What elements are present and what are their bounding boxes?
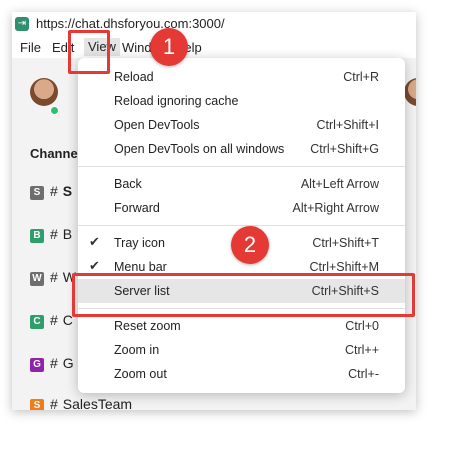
hash-icon: #: [50, 183, 58, 199]
callout-number-2: 2: [231, 226, 269, 264]
channel-item[interactable]: W # W: [30, 269, 76, 286]
menu-item-label: Back: [114, 177, 142, 191]
menu-item-shortcut: Ctrl+R: [343, 70, 379, 84]
menu-item-zoom-out[interactable]: Zoom out Ctrl+-: [78, 362, 405, 386]
hash-icon: #: [50, 269, 58, 285]
hash-icon: #: [50, 312, 58, 328]
menu-separator: [78, 166, 405, 167]
channel-item[interactable]: G # G: [30, 355, 74, 372]
menu-item-label: Tray icon: [114, 236, 165, 250]
menu-item-open-devtools-on-all-windows[interactable]: Open DevTools on all windows Ctrl+Shift+G: [78, 137, 405, 161]
menu-item-shortcut: Ctrl+Shift+I: [316, 118, 379, 132]
channel-badge: S: [30, 186, 44, 200]
channel-item[interactable]: S # S: [30, 183, 72, 200]
channel-badge: C: [30, 315, 44, 329]
view-menu-dropdown: Reload Ctrl+R Reload ignoring cache Open De…: [78, 58, 405, 393]
menu-item-label: Open DevTools: [114, 118, 200, 132]
menu-item-label: Menu bar: [114, 260, 167, 274]
menu-item-label: Zoom out: [114, 367, 167, 381]
hash-icon: #: [50, 396, 58, 410]
checkmark-icon: ✔: [89, 234, 100, 249]
channel-name: G: [62, 355, 74, 371]
menu-item-forward[interactable]: Forward Alt+Right Arrow: [78, 196, 405, 220]
menu-item-shortcut: Alt+Left Arrow: [300, 177, 379, 191]
menu-item-label: Reset zoom: [114, 319, 181, 333]
menu-item-label: Reload ignoring cache: [114, 94, 239, 108]
hash-icon: #: [50, 355, 58, 371]
channel-name: B: [62, 226, 73, 242]
menu-item-zoom-in[interactable]: Zoom in Ctrl++: [78, 338, 405, 362]
menu-item-shortcut: Ctrl+-: [348, 367, 379, 381]
channel-item[interactable]: C # C: [30, 312, 73, 329]
menu-item-label: Forward: [114, 201, 160, 215]
channel-badge: S: [30, 399, 44, 410]
checkmark-icon: ✔: [89, 258, 100, 273]
menu-item-back[interactable]: Back Alt+Left Arrow: [78, 172, 405, 196]
channel-badge: G: [30, 358, 44, 372]
menu-separator: [78, 225, 405, 226]
callout-box-server-list: [72, 273, 415, 317]
online-status-icon: [50, 106, 59, 115]
menu-item-shortcut: Ctrl+0: [345, 319, 379, 333]
channel-name: SalesTeam: [62, 396, 133, 410]
menu-item-shortcut: Ctrl+Shift+G: [310, 142, 379, 156]
menu-item-reload-ignoring-cache[interactable]: Reload ignoring cache: [78, 89, 405, 113]
menu-item-open-devtools[interactable]: Open DevTools Ctrl+Shift+I: [78, 113, 405, 137]
window-url: https://chat.dhsforyou.com:3000/: [36, 16, 225, 31]
menu-item-label: Zoom in: [114, 343, 160, 357]
channel-item[interactable]: B # B: [30, 226, 72, 243]
menu-file[interactable]: File: [20, 40, 41, 55]
menu-item-reset-zoom[interactable]: Reset zoom Ctrl+0: [78, 314, 405, 338]
callout-number-1: 1: [150, 28, 188, 66]
channel-badge: W: [30, 272, 44, 286]
menu-item-shortcut: Ctrl++: [344, 343, 379, 357]
channel-badge: B: [30, 229, 44, 243]
menu-item-label: Open DevTools on all windows: [114, 142, 285, 156]
callout-box-view-menu: [68, 30, 110, 74]
hash-icon: #: [50, 226, 58, 242]
menu-item-shortcut: Ctrl+Shift+M: [309, 260, 379, 274]
menu-item-shortcut: Ctrl+Shift+T: [312, 236, 379, 250]
channel-name: S: [62, 183, 73, 199]
channel-item[interactable]: S # SalesTeam: [30, 396, 132, 410]
menu-item-reload[interactable]: Reload Ctrl+R: [78, 65, 405, 89]
user-avatar[interactable]: [30, 78, 58, 106]
menu-item-shortcut: Alt+Right Arrow: [292, 201, 380, 215]
menu-item-label: Reload: [114, 70, 154, 84]
app-logo-icon: ⇥: [15, 17, 29, 31]
